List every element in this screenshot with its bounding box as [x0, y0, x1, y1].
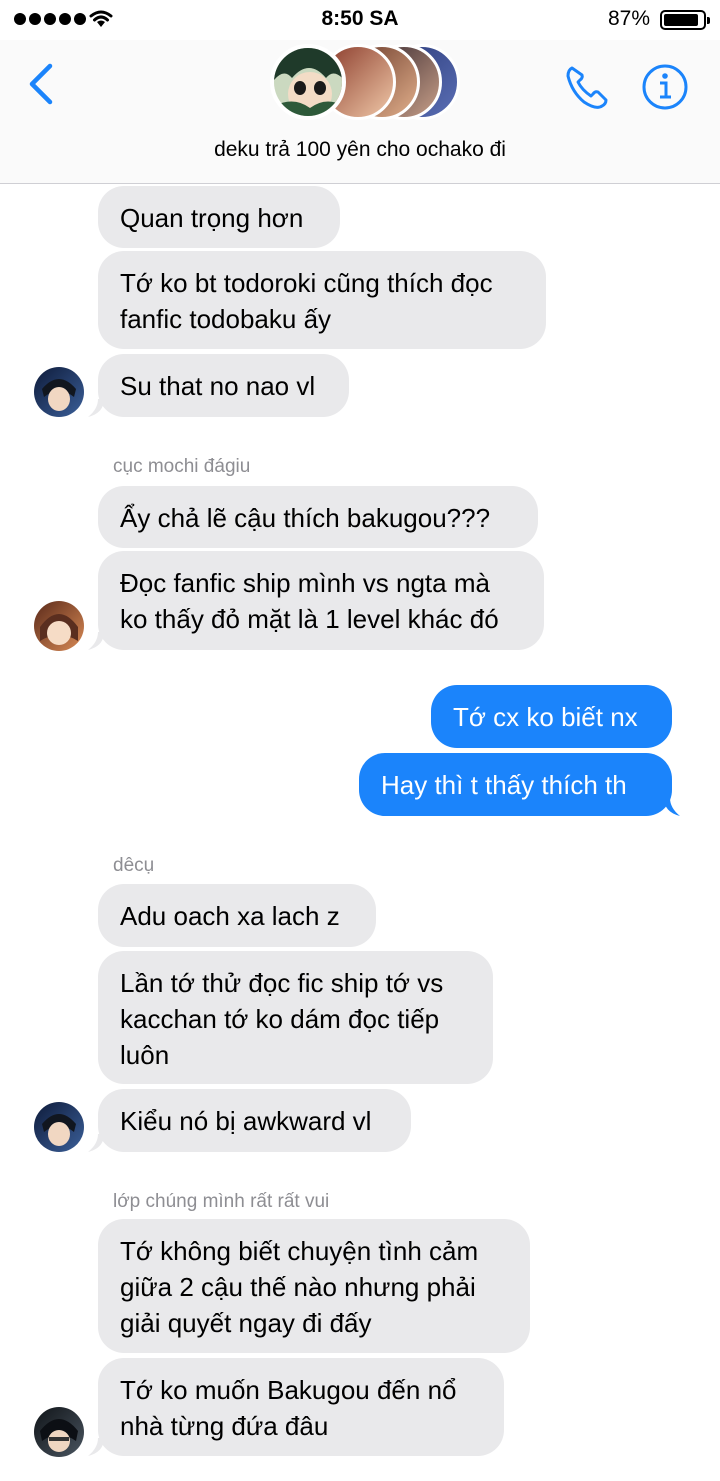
- sender-name: cục mochi đágiu: [113, 456, 251, 477]
- bubble-tail: [664, 798, 680, 816]
- incoming-message[interactable]: Lần tớ thử đọc fic ship tớ vs kacchan tớ…: [98, 951, 493, 1084]
- incoming-message[interactable]: Tớ ko muốn Bakugou đến nổ nhà từng đứa đ…: [98, 1358, 504, 1456]
- incoming-message[interactable]: Su that no nao vl: [98, 354, 349, 417]
- incoming-message[interactable]: Kiểu nó bị awkward vl: [98, 1089, 411, 1152]
- avatar[interactable]: [34, 1407, 84, 1457]
- incoming-message[interactable]: Đọc fanfic ship mình vs ngta mà ko thấy …: [98, 551, 544, 650]
- avatar[interactable]: [34, 601, 84, 651]
- group-avatar[interactable]: [270, 44, 460, 124]
- phone-icon[interactable]: [562, 62, 612, 112]
- bubble-tail: [88, 632, 104, 650]
- incoming-message[interactable]: Adu oach xa lach z: [98, 884, 376, 947]
- incoming-message[interactable]: Ẩy chả lẽ cậu thích bakugou???: [98, 486, 538, 548]
- avatar[interactable]: [34, 367, 84, 417]
- incoming-message[interactable]: Quan trọng hơn: [98, 186, 340, 248]
- battery-percent: 87%: [607, 7, 650, 30]
- outgoing-message[interactable]: Hay thì t thấy thích th: [359, 753, 672, 816]
- avatar[interactable]: [34, 1102, 84, 1152]
- bubble-tail: [88, 1438, 104, 1456]
- conversation-header: deku trả 100 yên cho ochako đi: [0, 40, 720, 184]
- bubble-tail: [88, 1134, 104, 1152]
- chevron-left-icon[interactable]: [26, 62, 56, 106]
- incoming-message[interactable]: Tớ ko bt todoroki cũng thích đọc fanfic …: [98, 251, 546, 349]
- sender-name: dêcụ: [113, 855, 155, 876]
- battery-icon: [660, 10, 710, 30]
- conversation-title[interactable]: deku trả 100 yên cho ochako đi: [0, 138, 720, 162]
- avatar: [270, 44, 346, 120]
- info-icon[interactable]: [640, 62, 690, 112]
- sender-name: lớp chúng mình rất rất vui: [113, 1191, 330, 1212]
- incoming-message[interactable]: Tớ không biết chuyện tình cảm giữa 2 cậu…: [98, 1219, 530, 1353]
- status-bar: 8:50 SA 87%: [0, 0, 720, 40]
- outgoing-message[interactable]: Tớ cx ko biết nx: [431, 685, 672, 748]
- bubble-tail: [88, 399, 104, 417]
